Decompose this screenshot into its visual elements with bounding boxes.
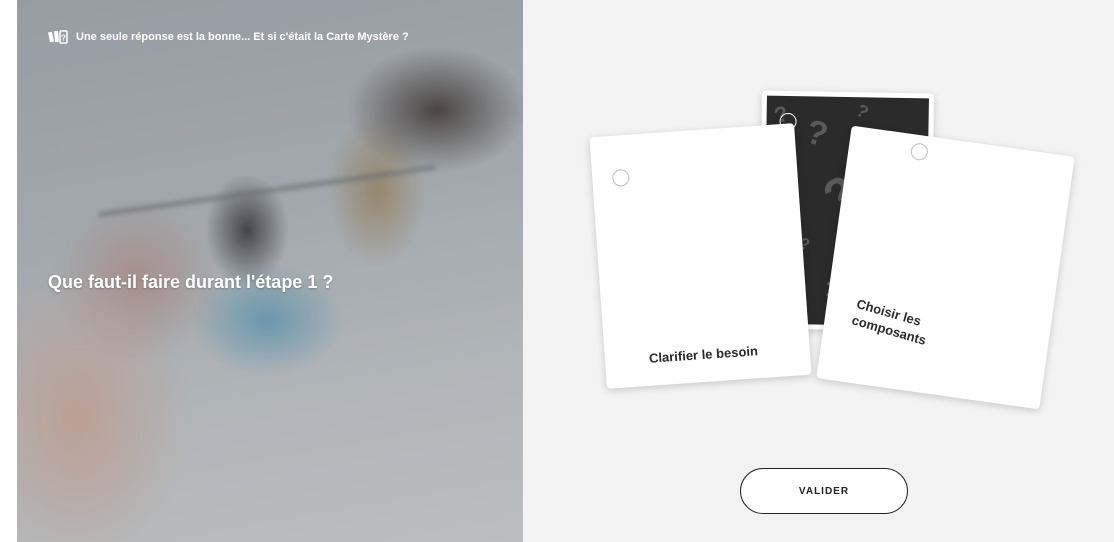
hint-text: Une seule réponse est la bonne... Et si … <box>76 31 409 43</box>
question-mark-glyph: ? <box>801 112 833 155</box>
photo-overlay <box>17 0 523 542</box>
background-photo-panel <box>17 0 523 542</box>
hint-banner: ? Une seule réponse est la bonne... Et s… <box>48 30 409 44</box>
svg-text:?: ? <box>61 34 66 43</box>
validate-button[interactable]: VALIDER <box>740 468 908 514</box>
answer-card-label: Clarifier le besoin <box>648 343 759 366</box>
question-title: Que faut-il faire durant l'étape 1 ? <box>48 272 334 292</box>
quiz-screen: ? Une seule réponse est la bonne... Et s… <box>0 0 1114 542</box>
cards-icon: ? <box>48 30 68 44</box>
answer-card-radio[interactable] <box>611 168 630 187</box>
answer-panel: ?????????????????? Clarifier le besoin C… <box>523 0 1114 542</box>
answer-card-composants[interactable]: Choisir les composants <box>816 125 1075 410</box>
answer-card-clarifier[interactable]: Clarifier le besoin <box>589 123 812 389</box>
answer-card-label: Choisir les composants <box>850 296 928 348</box>
question-mark-glyph: ? <box>852 99 873 123</box>
answer-card-radio[interactable] <box>909 142 929 162</box>
